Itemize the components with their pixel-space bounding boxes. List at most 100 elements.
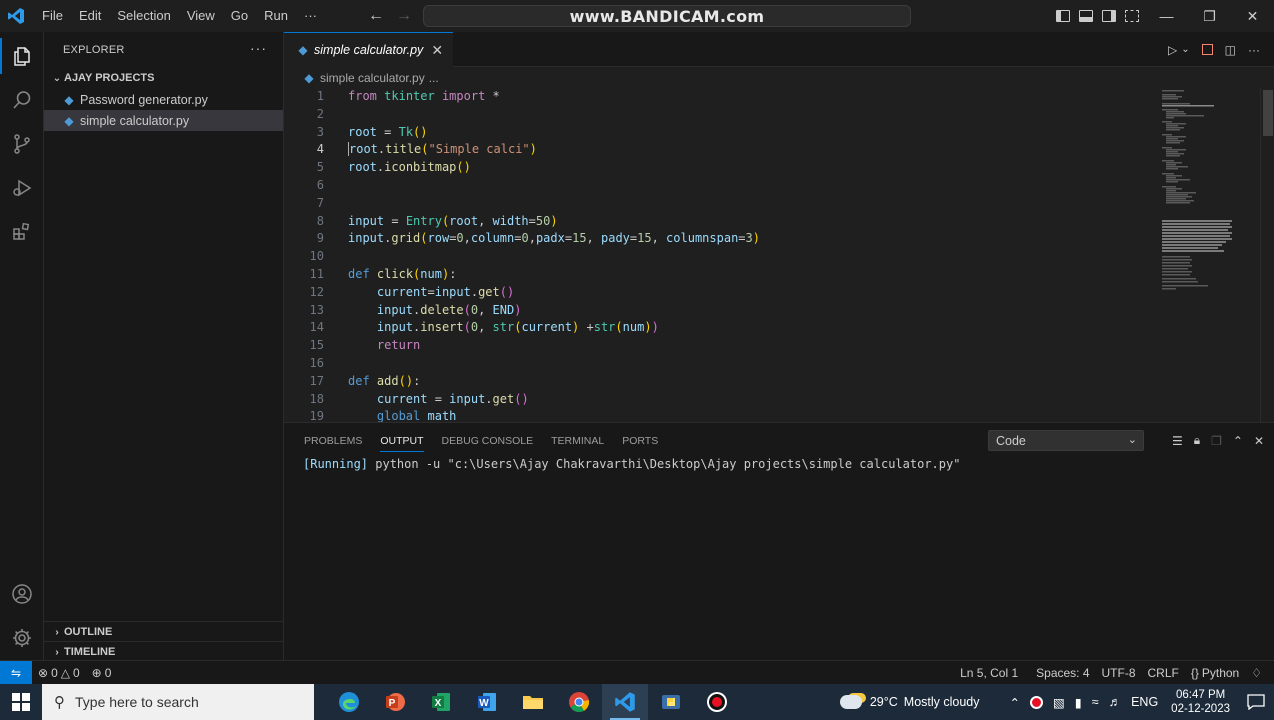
timeline-section[interactable]: › TIMELINE (44, 641, 284, 662)
menu-go[interactable]: Go (223, 0, 256, 32)
chevron-right-icon: › (55, 626, 59, 638)
more-actions-icon[interactable]: ··· (1248, 43, 1260, 57)
menu-view[interactable]: View (179, 0, 223, 32)
code-line: 2 (284, 106, 1154, 124)
python-file-icon: ◆ (304, 71, 314, 85)
windows-start-icon[interactable] (0, 684, 42, 720)
file-item-simple-calculator[interactable]: ◆ simple calculator.py (44, 110, 283, 131)
tab-simple-calculator[interactable]: ◆ simple calculator.py ✕ (284, 32, 454, 67)
back-arrow-icon[interactable]: ← (368, 7, 384, 25)
run-python-file-icon[interactable]: ▷ (1168, 43, 1177, 57)
bandicam-tray-icon[interactable] (1025, 695, 1048, 709)
toggle-secondary-sidebar-icon[interactable] (1102, 10, 1116, 22)
cursor-position[interactable]: Ln 5, Col 1 (954, 666, 1024, 680)
chrome-icon[interactable] (556, 684, 602, 720)
usb-device-icon[interactable]: ▧ (1048, 695, 1070, 710)
open-output-in-editor-icon[interactable]: ❐ (1211, 434, 1222, 448)
accounts-icon[interactable] (0, 572, 44, 616)
close-window-icon[interactable]: ✕ (1231, 0, 1274, 32)
line-ending[interactable]: CRLF (1142, 666, 1185, 680)
problems-status[interactable]: ⊗ 0 △ 0 (32, 666, 86, 680)
remote-indicator-icon[interactable]: ⇋ (0, 660, 32, 685)
ports-status[interactable]: ⊕ 0 (86, 666, 118, 680)
code-text: root.title("Simple calci") (348, 142, 537, 157)
extensions-icon[interactable] (0, 210, 44, 254)
input-language[interactable]: ENG (1126, 695, 1163, 709)
weather-widget[interactable]: 29°C Mostly cloudy (835, 695, 985, 709)
scrollbar-thumb[interactable] (1263, 90, 1273, 136)
toggle-panel-icon[interactable] (1079, 10, 1093, 22)
code-text: def click(num): (348, 266, 457, 281)
edge-browser-icon[interactable] (326, 684, 372, 720)
minimize-icon[interactable]: — (1145, 0, 1188, 32)
code-line: 13 input.delete(0, END) (284, 302, 1154, 320)
menu-more[interactable]: ··· (296, 0, 325, 32)
source-control-icon[interactable] (0, 122, 44, 166)
breadcrumb: ◆ simple calculator.py ... (284, 67, 1274, 89)
word-icon[interactable]: W (464, 684, 510, 720)
python-app-icon[interactable] (648, 684, 694, 720)
split-editor-icon[interactable]: ◫ (1225, 43, 1236, 57)
breadcrumb-file[interactable]: simple calculator.py (320, 71, 425, 85)
run-dropdown-chevron-icon[interactable]: ⌄ (1181, 44, 1189, 55)
excel-icon[interactable]: X (418, 684, 464, 720)
breadcrumb-more[interactable]: ... (429, 71, 439, 85)
language-mode[interactable]: {} Python (1185, 666, 1245, 680)
clear-output-icon[interactable]: ☰ (1172, 434, 1183, 448)
run-debug-icon[interactable] (0, 166, 44, 210)
line-number: 7 (316, 195, 324, 210)
outline-section[interactable]: › OUTLINE (44, 621, 284, 642)
forward-arrow-icon[interactable]: → (396, 7, 412, 25)
restore-icon[interactable]: ❐ (1188, 0, 1231, 32)
line-number: 19 (309, 409, 324, 422)
toggle-primary-sidebar-icon[interactable] (1056, 10, 1070, 22)
minimap[interactable] (1160, 88, 1238, 422)
code-text: input = Entry(root, width=50) (348, 213, 558, 228)
tab-output[interactable]: OUTPUT (371, 423, 432, 458)
tab-terminal[interactable]: TERMINAL (542, 423, 613, 458)
project-folder[interactable]: ⌄ AJAY PROJECTS (44, 67, 283, 89)
show-hidden-icons-chevron-icon[interactable]: ⌃ (1005, 695, 1025, 710)
wifi-icon[interactable]: ≈ (1087, 695, 1104, 709)
braces-icon: {} (1190, 666, 1199, 680)
bandicam-record-icon[interactable] (694, 684, 740, 720)
menu-selection[interactable]: Selection (109, 0, 178, 32)
volume-icon[interactable]: ♬ (1104, 695, 1127, 709)
code-line: 3 root = Tk() (284, 124, 1154, 142)
customize-layout-icon[interactable] (1125, 10, 1139, 22)
close-tab-icon[interactable]: ✕ (431, 42, 443, 59)
output-channel-select[interactable]: Code ⌄ (988, 430, 1144, 451)
taskbar-search-box[interactable]: ⚲ Type here to search (42, 684, 314, 720)
file-item-password-generator[interactable]: ◆ Password generator.py (44, 89, 283, 110)
maximize-panel-icon[interactable]: ⌃ (1233, 434, 1243, 448)
powerpoint-icon[interactable]: P (372, 684, 418, 720)
code-text: current = input.get() (376, 391, 529, 406)
lock-scroll-icon[interactable]: 🔒︎ (1194, 433, 1200, 448)
explorer-more-icon[interactable]: ··· (250, 40, 267, 56)
editor-scrollbar[interactable] (1260, 88, 1274, 422)
close-panel-icon[interactable]: ✕ (1254, 434, 1264, 448)
output-channel-value: Code (996, 433, 1026, 448)
menu-run[interactable]: Run (256, 0, 296, 32)
notifications-bell-icon[interactable]: ♢ (1245, 666, 1268, 680)
settings-gear-icon[interactable] (0, 616, 44, 660)
encoding[interactable]: UTF-8 (1096, 666, 1142, 680)
indentation[interactable]: Spaces: 4 (1030, 666, 1095, 680)
file-explorer-icon[interactable] (510, 684, 556, 720)
code-editor[interactable]: 1 from tkinter import * 2 3 root = Tk() … (284, 88, 1154, 422)
tab-problems[interactable]: PROBLEMS (295, 423, 371, 458)
menu-edit[interactable]: Edit (71, 0, 109, 32)
battery-icon[interactable]: ▮ (1070, 695, 1087, 710)
search-icon[interactable] (0, 78, 44, 122)
tab-debug-console[interactable]: DEBUG CONSOLE (433, 423, 543, 458)
explorer-icon[interactable] (0, 34, 44, 78)
taskbar-clock[interactable]: 06:47 PM 02-12-2023 (1163, 688, 1238, 716)
tab-ports[interactable]: PORTS (613, 423, 667, 458)
stop-icon[interactable] (1201, 44, 1213, 55)
command-center-search[interactable]: www.BANDICAM.com (423, 5, 911, 27)
vscode-taskbar-icon[interactable] (602, 684, 648, 720)
menu-file[interactable]: File (34, 0, 71, 32)
notification-center-icon[interactable] (1238, 694, 1274, 710)
